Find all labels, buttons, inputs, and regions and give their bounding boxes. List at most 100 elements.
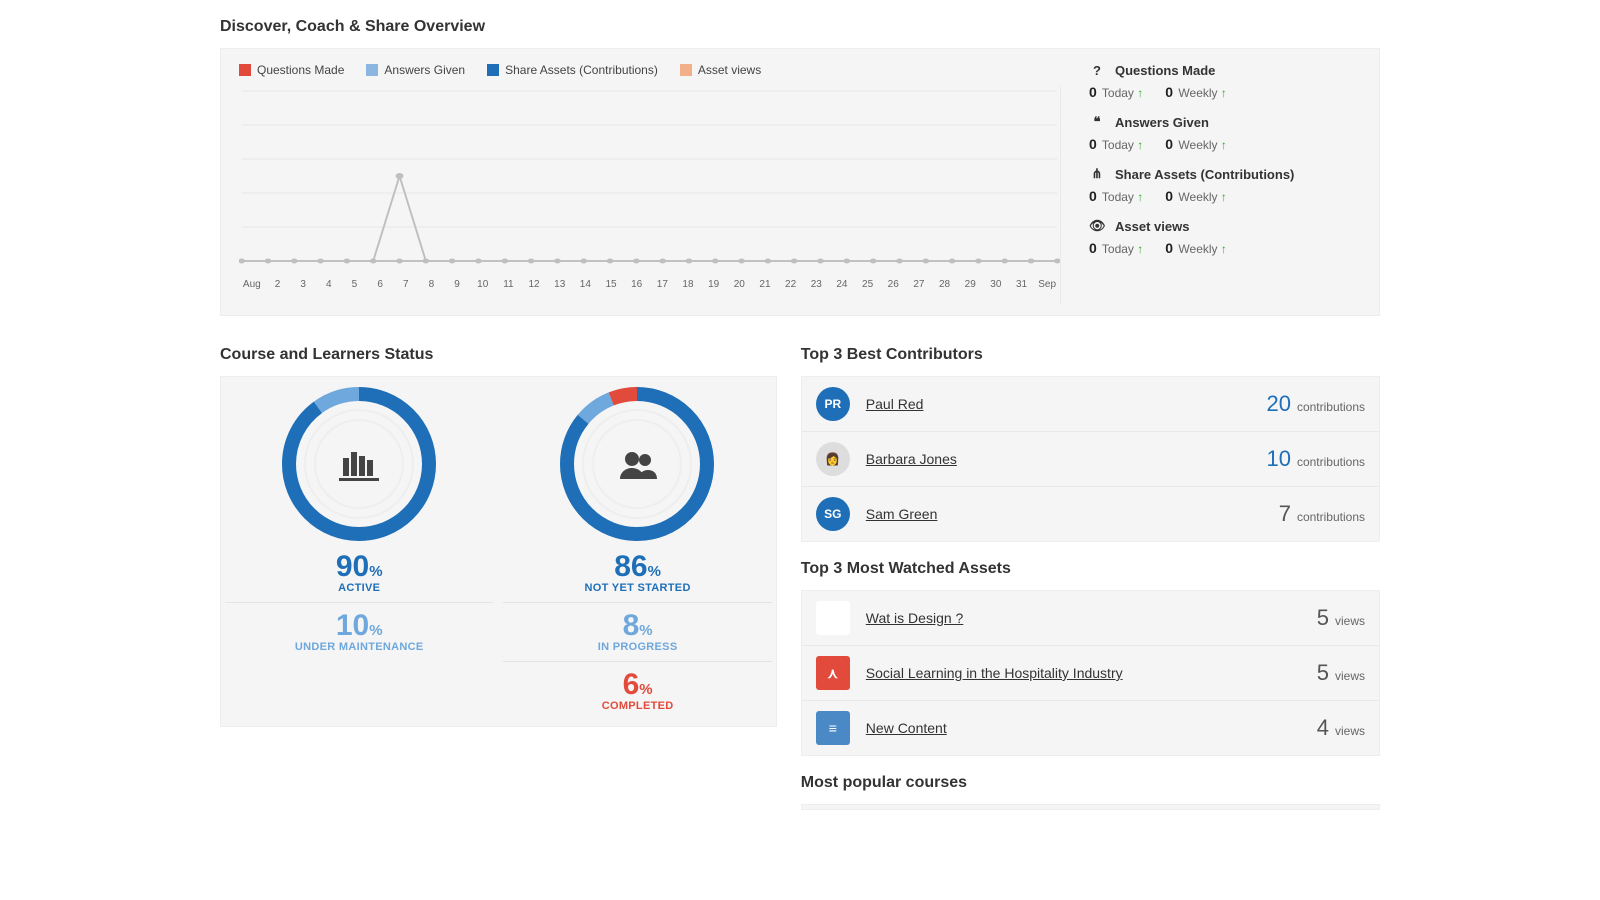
stat-today: 0 Today ↑ xyxy=(1089,188,1143,204)
donut-label: ACTIVE xyxy=(225,582,493,594)
asset-row: Wat is Design ? 5views xyxy=(802,591,1379,645)
donut-pct: 8 xyxy=(623,609,640,642)
overview-panel: Questions Made Answers Given Share Assets … xyxy=(220,48,1380,316)
view-unit: views xyxy=(1335,724,1365,738)
popular-panel xyxy=(801,804,1380,810)
up-arrow-icon: ↑ xyxy=(1221,242,1227,256)
donut-pct: 86 xyxy=(614,550,647,583)
stat-label: Questions Made xyxy=(1115,63,1215,78)
popular-title: Most popular courses xyxy=(801,774,1380,792)
up-arrow-icon: ↑ xyxy=(1221,190,1227,204)
asset-row: ≡ New Content 4 views xyxy=(802,700,1379,755)
donut-courses: 90% ACTIVE 10% UNDER MAINTENANCE xyxy=(225,387,493,712)
legend-swatch xyxy=(366,64,378,76)
donut-pct: 6 xyxy=(623,668,640,701)
course-status-title: Course and Learners Status xyxy=(220,346,777,364)
stat-weekly: 0 Weekly ↑ xyxy=(1165,84,1227,100)
legend-item[interactable]: Share Assets (Contributions) xyxy=(487,63,658,77)
up-arrow-icon: ↑ xyxy=(1137,138,1143,152)
legend-label: Asset views xyxy=(698,63,761,77)
contributor-row: SG Sam Green 7 contributions xyxy=(802,486,1379,541)
overview-title: Discover, Coach & Share Overview xyxy=(220,18,1380,36)
donut-stat: 90% ACTIVE xyxy=(225,550,493,594)
donut-stat: 6% COMPLETED xyxy=(503,661,771,712)
legend-item[interactable]: Questions Made xyxy=(239,63,344,77)
course-status-panel: 90% ACTIVE 10% UNDER MAINTENANCE 86% NOT… xyxy=(220,376,777,727)
legend-swatch xyxy=(680,64,692,76)
eye-icon: 👁 xyxy=(1089,218,1105,234)
stat-label: Answers Given xyxy=(1115,115,1209,130)
avatar: SG xyxy=(816,497,850,531)
contribution-count: 20 xyxy=(1266,391,1290,417)
contribution-unit: contributions xyxy=(1297,455,1365,469)
view-unit: views xyxy=(1335,669,1365,683)
legend-item[interactable]: Asset views xyxy=(680,63,761,77)
donut-label: NOT YET STARTED xyxy=(503,582,771,594)
asset-link[interactable]: New Content xyxy=(866,720,947,736)
stat-weekly: 0 Weekly ↑ xyxy=(1165,188,1227,204)
contributors-title: Top 3 Best Contributors xyxy=(801,346,1380,364)
asset-thumb: ⋏ xyxy=(816,656,850,690)
stat-block: ❝ Answers Given 0 Today ↑ 0 Weekly ↑ xyxy=(1089,114,1369,152)
avatar: 👩 xyxy=(816,442,850,476)
donut-label: IN PROGRESS xyxy=(503,641,771,653)
stat-weekly: 0 Weekly ↑ xyxy=(1165,136,1227,152)
up-arrow-icon: ↑ xyxy=(1137,86,1143,100)
donut-chart xyxy=(282,387,437,542)
donut-pct: 90 xyxy=(336,550,369,583)
donut-label: UNDER MAINTENANCE xyxy=(225,641,493,653)
contributor-link[interactable]: Sam Green xyxy=(866,506,938,522)
asset-thumb xyxy=(816,601,850,635)
stat-block: ? Questions Made 0 Today ↑ 0 Weekly ↑ xyxy=(1089,63,1369,100)
contributor-row: 👩 Barbara Jones 10 contributions xyxy=(802,431,1379,486)
donut-chart xyxy=(560,387,715,542)
contributor-row: PR Paul Red 20 contributions xyxy=(802,377,1379,431)
chart-legend: Questions Made Answers Given Share Assets … xyxy=(239,63,1061,77)
donut-label: COMPLETED xyxy=(503,700,771,712)
library-icon xyxy=(282,387,437,542)
contribution-unit: contributions xyxy=(1297,510,1365,524)
stat-label: Asset views xyxy=(1115,219,1189,234)
stat-today: 0 Today ↑ xyxy=(1089,84,1143,100)
contributor-link[interactable]: Paul Red xyxy=(866,396,924,412)
stat-label: Share Assets (Contributions) xyxy=(1115,167,1294,182)
legend-item[interactable]: Answers Given xyxy=(366,63,465,77)
stat-today: 0 Today ↑ xyxy=(1089,136,1143,152)
watched-panel: Wat is Design ? 5views⋏ Social Learning … xyxy=(801,590,1380,756)
contributors-panel: PR Paul Red 20contributions👩 Barbara Jon… xyxy=(801,376,1380,542)
legend-swatch xyxy=(487,64,499,76)
view-count: 5 xyxy=(1317,605,1329,631)
donut-stat: 10% UNDER MAINTENANCE xyxy=(225,602,493,653)
chart-x-axis: Aug2345678910111213141516171819202122232… xyxy=(239,275,1060,290)
overview-chart[interactable]: Aug2345678910111213141516171819202122232… xyxy=(239,85,1061,305)
contribution-count: 10 xyxy=(1266,446,1290,472)
up-arrow-icon: ↑ xyxy=(1137,242,1143,256)
contribution-unit: contributions xyxy=(1297,400,1365,414)
donut-stat: 8% IN PROGRESS xyxy=(503,602,771,653)
view-count: 5 xyxy=(1317,660,1329,686)
up-arrow-icon: ↑ xyxy=(1221,86,1227,100)
avatar: PR xyxy=(816,387,850,421)
legend-label: Share Assets (Contributions) xyxy=(505,63,658,77)
overview-stats: ? Questions Made 0 Today ↑ 0 Weekly ↑ ❝ … xyxy=(1079,49,1379,315)
quote-icon: ❝ xyxy=(1089,114,1105,130)
legend-label: Answers Given xyxy=(384,63,465,77)
people-icon xyxy=(560,387,715,542)
view-count: 4 xyxy=(1317,715,1329,741)
asset-link[interactable]: Wat is Design ? xyxy=(866,610,964,626)
question-icon: ? xyxy=(1089,63,1105,78)
donut-pct: 10 xyxy=(336,609,369,642)
legend-swatch xyxy=(239,64,251,76)
donut-stat: 86% NOT YET STARTED xyxy=(503,550,771,594)
asset-link[interactable]: Social Learning in the Hospitality Indus… xyxy=(866,665,1123,681)
asset-thumb: ≡ xyxy=(816,711,850,745)
contributor-link[interactable]: Barbara Jones xyxy=(866,451,957,467)
share-icon: ⋔ xyxy=(1089,166,1105,182)
contribution-count: 7 xyxy=(1279,501,1291,527)
up-arrow-icon: ↑ xyxy=(1137,190,1143,204)
stat-block: ⋔ Share Assets (Contributions) 0 Today ↑… xyxy=(1089,166,1369,204)
up-arrow-icon: ↑ xyxy=(1221,138,1227,152)
stat-weekly: 0 Weekly ↑ xyxy=(1165,240,1227,256)
stat-today: 0 Today ↑ xyxy=(1089,240,1143,256)
asset-row: ⋏ Social Learning in the Hospitality Ind… xyxy=(802,645,1379,700)
